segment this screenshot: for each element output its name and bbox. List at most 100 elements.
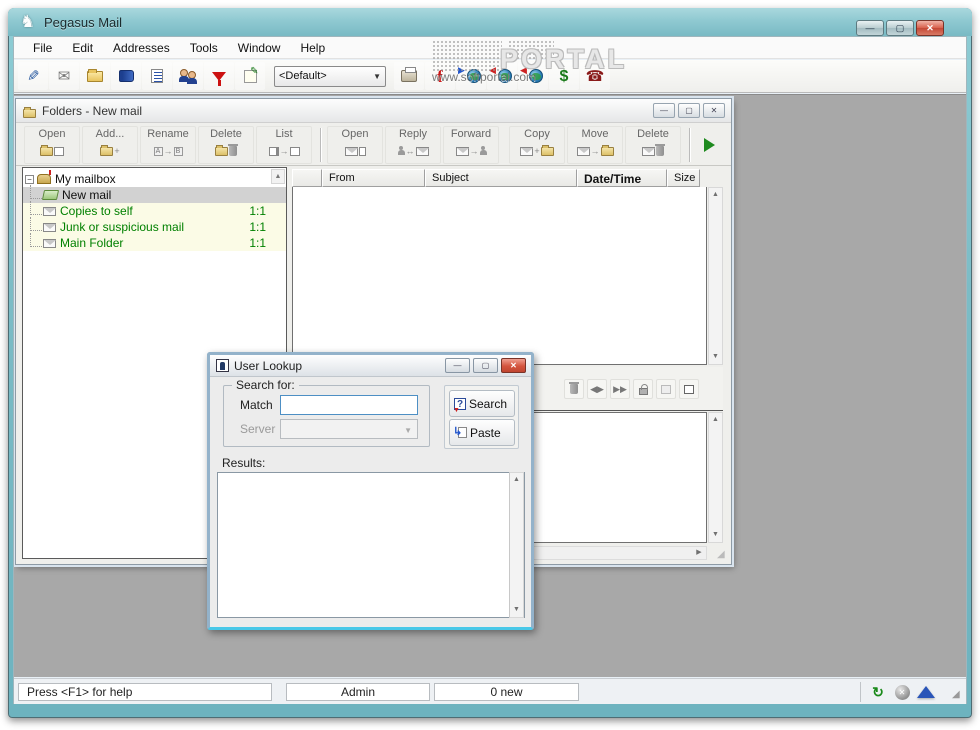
tree-root-row[interactable]: − My mailbox bbox=[23, 170, 286, 187]
header-status-column[interactable] bbox=[292, 169, 322, 187]
search-question-icon: ? bbox=[453, 397, 466, 416]
folders-resize-grip[interactable]: ◢ bbox=[717, 550, 729, 562]
user-lookup-icon bbox=[216, 359, 229, 372]
scroll-up-icon[interactable]: ▲ bbox=[709, 413, 722, 427]
arrow-icon: → bbox=[590, 146, 600, 156]
tree-item-main-folder[interactable]: Main Folder 1:1 bbox=[23, 233, 286, 251]
dial-button[interactable]: ☎ bbox=[580, 62, 610, 90]
filter-button[interactable] bbox=[204, 62, 234, 90]
window-resize-grip[interactable]: ◢ bbox=[952, 690, 964, 702]
folder-icon bbox=[87, 68, 103, 82]
distribution-list-button[interactable] bbox=[142, 62, 172, 90]
send-queued-button[interactable]: ▶ bbox=[456, 62, 486, 90]
folders-maximize-button[interactable]: ▢ bbox=[678, 103, 700, 118]
expand-toolbar-icon[interactable] bbox=[704, 138, 715, 152]
envelope-icon bbox=[43, 222, 56, 232]
header-datetime-column[interactable]: Date/Time bbox=[577, 169, 667, 187]
select-box-icon bbox=[656, 379, 676, 399]
menu-addresses[interactable]: Addresses bbox=[104, 38, 179, 58]
scroll-up-icon[interactable]: ▲ bbox=[709, 188, 722, 202]
header-from-column[interactable]: From bbox=[322, 169, 425, 187]
list-view-button[interactable]: List → bbox=[256, 126, 312, 164]
scroll-down-icon[interactable]: ▼ bbox=[709, 528, 722, 542]
scroll-down-icon[interactable]: ▼ bbox=[510, 603, 523, 617]
print-button[interactable] bbox=[394, 62, 424, 90]
send-globe-icon bbox=[466, 69, 481, 83]
close-button[interactable]: ✕ bbox=[916, 20, 944, 36]
search-button[interactable]: ? Search bbox=[449, 390, 515, 417]
results-scrollbar[interactable]: ▲ ▼ bbox=[509, 472, 524, 618]
add-folder-button[interactable]: Add... + bbox=[82, 126, 138, 164]
prev-next-icon[interactable]: ◀▶ bbox=[587, 379, 607, 399]
main-titlebar[interactable]: ♞ Pegasus Mail — ▢ ✕ bbox=[8, 8, 972, 36]
menu-window[interactable]: Window bbox=[229, 38, 290, 58]
read-mail-button[interactable]: ✉ bbox=[49, 62, 79, 90]
dialog-minimize-button[interactable]: — bbox=[445, 358, 470, 373]
tree-scroll-up[interactable]: ▲ bbox=[271, 169, 285, 184]
delete-message-button[interactable]: Delete bbox=[625, 126, 681, 164]
dialog-maximize-button[interactable]: ▢ bbox=[473, 358, 498, 373]
folders-titlebar[interactable]: Folders - New mail — ▢ ✕ bbox=[16, 99, 731, 123]
delete-message-icon[interactable] bbox=[564, 379, 584, 399]
receive-queued-button[interactable]: ◀ bbox=[487, 62, 517, 90]
offline-status-icon[interactable]: ✕ bbox=[892, 682, 912, 702]
message-list[interactable] bbox=[292, 187, 707, 365]
identity-value: <Default> bbox=[279, 70, 327, 82]
match-input[interactable] bbox=[280, 395, 418, 415]
skip-forward-icon[interactable]: ▶▶ bbox=[610, 379, 630, 399]
reply-button[interactable]: Reply ↔ bbox=[385, 126, 441, 164]
notepad-button[interactable] bbox=[235, 62, 265, 90]
status-new-count: 0 new bbox=[434, 683, 579, 701]
maximize-button[interactable]: ▢ bbox=[886, 20, 914, 36]
collapse-icon[interactable]: − bbox=[25, 174, 34, 184]
copy-message-button[interactable]: Copy + bbox=[509, 126, 565, 164]
forward-button[interactable]: Forward → bbox=[443, 126, 499, 164]
menu-help[interactable]: Help bbox=[291, 38, 334, 58]
scroll-down-icon[interactable]: ▼ bbox=[709, 350, 722, 364]
folders-button[interactable] bbox=[80, 62, 110, 90]
folders-close-button[interactable]: ✕ bbox=[703, 103, 725, 118]
tree-item-junk[interactable]: Junk or suspicious mail 1:1 bbox=[23, 217, 286, 235]
header-subject-column[interactable]: Subject bbox=[425, 169, 577, 187]
server-select: ▼ bbox=[280, 419, 418, 439]
dialog-titlebar[interactable]: User Lookup — ▢ ✕ bbox=[210, 355, 531, 377]
users-icon bbox=[178, 69, 197, 84]
delete-folder-button[interactable]: Delete bbox=[198, 126, 254, 164]
tree-item-new-mail[interactable]: New mail bbox=[23, 185, 286, 203]
status-user: Admin bbox=[286, 683, 430, 701]
send-receive-button[interactable]: ◀ bbox=[518, 62, 548, 90]
scroll-up-icon[interactable]: ▲ bbox=[510, 473, 523, 487]
screen-view-icon[interactable] bbox=[679, 379, 699, 399]
toolbar-separator bbox=[689, 128, 691, 162]
menu-file[interactable]: File bbox=[24, 38, 61, 58]
dialog-close-button[interactable]: ✕ bbox=[501, 358, 526, 373]
header-size-column[interactable]: Size bbox=[667, 169, 700, 187]
identity-selector[interactable]: <Default> ▼ bbox=[274, 65, 386, 87]
minimize-button[interactable]: — bbox=[856, 20, 884, 36]
menu-edit[interactable]: Edit bbox=[63, 38, 102, 58]
message-list-scrollbar[interactable]: ▲ ▼ bbox=[708, 187, 723, 365]
tree-item-copies-to-self[interactable]: Copies to self 1:1 bbox=[23, 201, 286, 219]
folders-minimize-button[interactable]: — bbox=[653, 103, 675, 118]
compose-button[interactable]: ✎ bbox=[18, 62, 48, 90]
open-folder-button[interactable]: Open bbox=[24, 126, 80, 164]
local-users-button[interactable] bbox=[173, 62, 203, 90]
move-message-button[interactable]: Move → bbox=[567, 126, 623, 164]
scroll-right-icon[interactable]: ▶ bbox=[692, 547, 706, 559]
address-book-button[interactable] bbox=[111, 62, 141, 90]
preview-scrollbar[interactable]: ▲ ▼ bbox=[708, 412, 723, 543]
charges-button[interactable]: $ bbox=[549, 62, 579, 90]
rename-folder-button[interactable]: Rename A → B bbox=[140, 126, 196, 164]
signal-status-icon[interactable] bbox=[916, 682, 936, 702]
search-for-group: Search for: Match Server ▼ bbox=[223, 378, 430, 447]
menu-bar: File Edit Addresses Tools Window Help bbox=[14, 37, 966, 59]
lock-icon[interactable] bbox=[633, 379, 653, 399]
plus-icon: + bbox=[114, 146, 120, 156]
results-list[interactable] bbox=[217, 472, 525, 618]
paste-button[interactable]: Paste bbox=[449, 419, 515, 446]
envelope-icon bbox=[344, 146, 358, 156]
open-message-button[interactable]: Open bbox=[327, 126, 383, 164]
font-button[interactable]: f bbox=[425, 62, 455, 90]
menu-tools[interactable]: Tools bbox=[181, 38, 227, 58]
refresh-status-icon[interactable]: ↻ bbox=[868, 682, 888, 702]
